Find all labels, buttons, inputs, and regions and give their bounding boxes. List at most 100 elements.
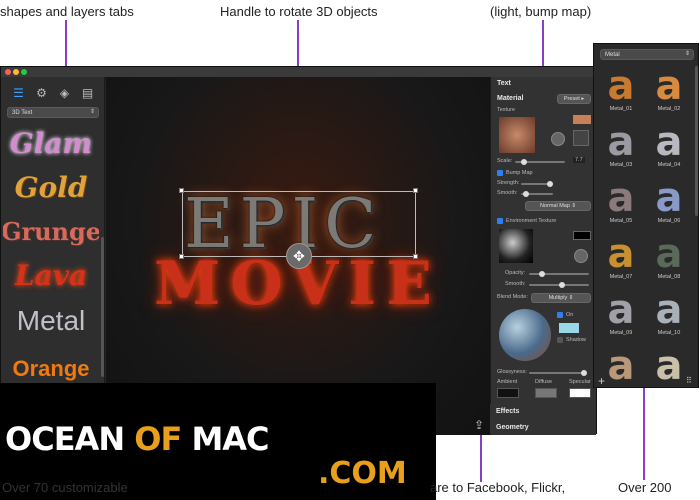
environment-texture-label: Environment Texture [506, 218, 557, 224]
blend-mode-value: Multiply [548, 295, 568, 301]
library-scrollbar[interactable] [695, 66, 698, 216]
tile-label: Metal_04 [657, 162, 681, 168]
light-sphere-preview[interactable] [499, 309, 551, 361]
preset-gold[interactable]: Gold [3, 169, 99, 205]
metal-a-icon: a [607, 343, 635, 389]
shapes-icon[interactable]: ◈ [58, 86, 72, 100]
watermark-text: OCEAN OF MAC [5, 420, 270, 458]
library-tile[interactable]: a Metal_04 [646, 122, 692, 172]
resize-handle[interactable] [179, 254, 184, 259]
library-tile[interactable]: a Metal_07 [598, 234, 644, 284]
annotation-presets: Over 70 customizable [2, 480, 128, 495]
rotate-3d-handle-icon[interactable]: ✥ [286, 243, 312, 269]
metal-a-icon: a [655, 231, 683, 277]
texture-rotation-dial[interactable] [551, 132, 565, 146]
glossyness-slider[interactable] [529, 370, 587, 376]
normal-map-select-value: Normal Map [539, 203, 570, 209]
metal-a-icon: a [607, 63, 635, 109]
library-tile[interactable]: a Metal_10 [646, 290, 692, 340]
close-window-button[interactable] [5, 69, 11, 75]
layers-stack-icon[interactable]: ▤ [81, 86, 95, 100]
share-icon[interactable]: ⇪ [474, 418, 484, 432]
texture-thumbnail[interactable] [499, 117, 535, 153]
library-tile[interactable]: a [598, 346, 644, 396]
smooth2-slider[interactable] [529, 282, 589, 288]
resize-handle[interactable] [413, 188, 418, 193]
blend-mode-label: Blend Mode: [497, 294, 528, 300]
blend-mode-select[interactable]: Multiply ⇕ [531, 293, 591, 303]
library-tile[interactable]: a Metal_01 [598, 66, 644, 116]
tile-label: Metal_08 [657, 274, 681, 280]
preset-grunge[interactable]: Grunge [3, 213, 99, 249]
library-tile[interactable]: a Metal_02 [646, 66, 692, 116]
minimize-window-button[interactable] [13, 69, 19, 75]
left-scrollbar[interactable] [101, 237, 104, 377]
texture-color-swatch[interactable] [573, 115, 591, 124]
scale-slider[interactable] [515, 159, 565, 165]
annotation-line-share [480, 434, 482, 482]
shadow-checkbox[interactable] [557, 337, 563, 343]
normal-map-select[interactable]: Normal Map ⇕ [525, 201, 591, 211]
library-tile[interactable]: a Metal_09 [598, 290, 644, 340]
annotation-line-library [643, 388, 645, 480]
bump-map-checkbox[interactable] [497, 170, 503, 176]
effects-section[interactable]: Effects [496, 408, 519, 415]
ambient-color-swatch[interactable] [497, 388, 519, 398]
environment-rotation-dial[interactable] [574, 249, 588, 263]
annotation-tabs: shapes and layers tabs [0, 4, 134, 19]
library-tile[interactable]: a Metal_06 [646, 178, 692, 228]
metal-a-icon: a [607, 287, 635, 333]
canvas[interactable]: EPIC MOVIE ✥ [106, 77, 490, 435]
tile-label: Metal_10 [657, 330, 681, 336]
texture-mode-button[interactable] [573, 130, 589, 146]
smooth2-label: Smooth: [505, 281, 526, 287]
environment-texture-thumbnail[interactable] [499, 229, 533, 263]
tile-label: Metal_03 [609, 162, 633, 168]
library-tile[interactable]: a Metal_03 [598, 122, 644, 172]
preset-metal[interactable]: Metal [3, 303, 99, 339]
metal-a-icon: a [655, 63, 683, 109]
light-on-checkbox[interactable] [557, 312, 563, 318]
shadow-label: Shadow [566, 337, 586, 343]
preset-orange[interactable]: Orange [3, 351, 99, 387]
resize-handle[interactable] [179, 188, 184, 193]
library-tile[interactable]: a [646, 346, 692, 396]
glossyness-label: Glossyness: [497, 369, 527, 375]
environment-texture-checkbox[interactable] [497, 218, 503, 224]
left-tabs: ☰ ⚙ ◈ ▤ [7, 83, 99, 103]
preset-lava[interactable]: Lava [3, 257, 99, 293]
preset-glam[interactable]: Glam [3, 125, 99, 161]
opacity-label: Opacity: [505, 270, 526, 276]
tile-label: Metal_07 [609, 274, 633, 280]
metal-a-icon: a [607, 175, 635, 221]
light-color-swatch[interactable] [559, 323, 579, 333]
annotation-rotate-handle: Handle to rotate 3D objects [220, 4, 378, 19]
annotation-share: are to Facebook, Flickr, [430, 480, 566, 495]
inspector-title: Text [497, 80, 511, 87]
layers-list-icon[interactable]: ☰ [12, 86, 26, 100]
library-tile[interactable]: a Metal_08 [646, 234, 692, 284]
specular-color-swatch[interactable] [569, 388, 591, 398]
library-category-select[interactable]: Metal ⇕ [600, 49, 694, 60]
add-style-icon[interactable]: + [598, 374, 605, 388]
grid-view-icon[interactable]: ⠿ [686, 376, 692, 385]
resize-handle[interactable] [413, 254, 418, 259]
zoom-window-button[interactable] [21, 69, 27, 75]
tile-label: Metal_02 [657, 106, 681, 112]
inspector-lower-sections: Effects Geometry [490, 404, 596, 434]
watermark-of: OF [134, 420, 182, 458]
environment-color-swatch[interactable] [573, 231, 591, 240]
ambient-label: Ambient [497, 379, 518, 385]
scale-value[interactable]: 7.7 [573, 157, 585, 163]
opacity-slider[interactable] [529, 271, 589, 277]
style-category-select[interactable]: 3D Text ⇕ [7, 107, 99, 118]
geometry-section[interactable]: Geometry [496, 424, 529, 431]
settings-icon[interactable]: ⚙ [35, 86, 49, 100]
smooth-slider[interactable] [521, 191, 553, 197]
diffuse-color-swatch[interactable] [535, 388, 557, 398]
metal-a-icon: a [655, 175, 683, 221]
chevron-updown-icon: ⇕ [684, 51, 690, 57]
preset-button[interactable]: Preset ▸ [557, 94, 591, 104]
library-tile[interactable]: a Metal_05 [598, 178, 644, 228]
strength-slider[interactable] [521, 181, 553, 187]
